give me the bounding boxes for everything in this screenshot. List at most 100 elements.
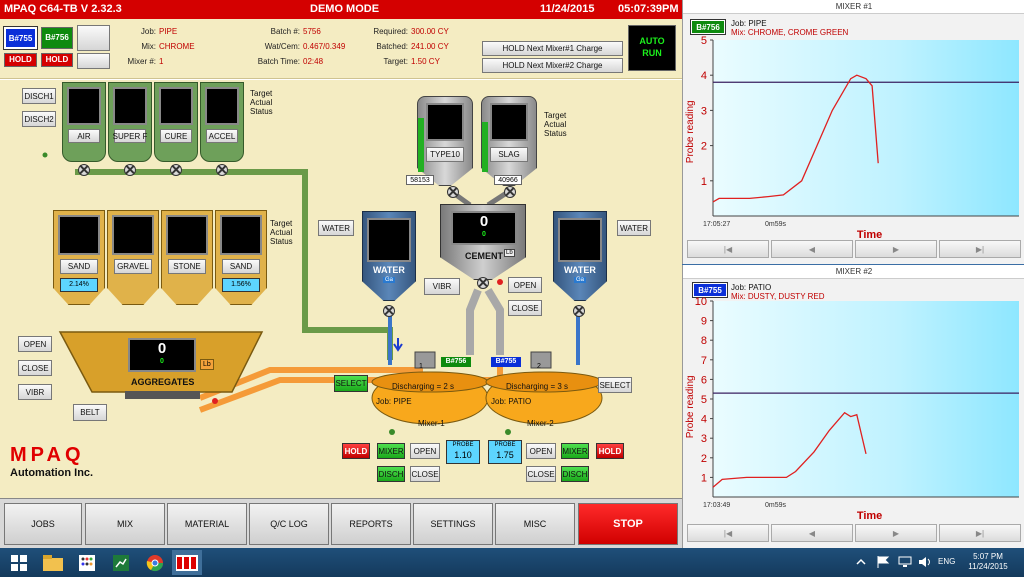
mixer1-select-button[interactable]: SELECT xyxy=(334,375,368,392)
required-label: Required: xyxy=(373,27,408,36)
mixer1-close-button[interactable]: CLOSE xyxy=(410,466,440,482)
mixer1-open-button[interactable]: OPEN xyxy=(410,443,440,459)
cement-discharge-valve[interactable] xyxy=(477,277,489,289)
disch1-button[interactable]: DISCH1 xyxy=(22,88,56,104)
gravel-button[interactable]: GRAVEL xyxy=(114,259,152,274)
windows-start-icon[interactable] xyxy=(4,550,34,575)
batch-badge-755[interactable]: B#755 xyxy=(3,26,38,50)
hold-button-2[interactable]: HOLD xyxy=(41,53,73,67)
nav-material-button[interactable]: MATERIAL xyxy=(167,503,247,545)
spreadsheet-icon[interactable] xyxy=(106,550,136,575)
chart2-last-button[interactable]: ▶| xyxy=(939,524,1021,542)
nav-reports-button[interactable]: REPORTS xyxy=(331,503,411,545)
stop-button[interactable]: STOP xyxy=(578,503,678,545)
agg-open-button[interactable]: OPEN xyxy=(18,336,52,352)
tray-chevron-icon[interactable] xyxy=(856,558,866,566)
hold-next-mixer2-button[interactable]: HOLD Next Mixer#2 Charge xyxy=(482,58,623,73)
chart1-next-button[interactable]: ▶ xyxy=(855,240,937,258)
mixer2-close-button[interactable]: CLOSE xyxy=(526,466,556,482)
admix-valve[interactable] xyxy=(216,164,228,176)
water-button-left[interactable]: WATER xyxy=(318,220,354,236)
company-name: Automation Inc. xyxy=(10,467,94,479)
agg-display xyxy=(112,215,154,255)
auto-run-button[interactable]: AUTO RUN xyxy=(628,25,676,71)
mixer2-batch-tag: B#755 xyxy=(491,357,521,367)
mixer1-discharging: Discharging = 2 s xyxy=(392,382,455,391)
chart2-next-button[interactable]: ▶ xyxy=(855,524,937,542)
accel-button[interactable]: ACCEL xyxy=(206,129,238,143)
slag-button[interactable]: SLAG xyxy=(490,147,528,162)
chart1-first-button[interactable]: |◀ xyxy=(687,240,769,258)
cement-close-button[interactable]: CLOSE xyxy=(508,300,542,316)
aggregates-unit: Lb xyxy=(200,359,214,370)
hold-button-1[interactable]: HOLD xyxy=(4,53,37,67)
chart2-first-button[interactable]: |◀ xyxy=(687,524,769,542)
batch-badge-756[interactable]: B#756 xyxy=(41,27,73,49)
air-button[interactable]: AIR xyxy=(68,129,100,143)
stone-button[interactable]: STONE xyxy=(168,259,206,274)
flag-icon[interactable] xyxy=(876,556,890,568)
agg-vibr-button[interactable]: VIBR xyxy=(18,384,52,400)
mixer2-hold-button[interactable]: HOLD xyxy=(596,443,624,459)
company-logo: MPAQ Automation Inc. xyxy=(10,444,114,488)
blank-button-2[interactable] xyxy=(77,53,110,69)
admix-valve[interactable] xyxy=(78,164,90,176)
mixer-value: 1 xyxy=(159,57,164,66)
type10-button[interactable]: TYPE10 xyxy=(426,147,464,162)
admix-valve[interactable] xyxy=(124,164,136,176)
type10-level-bar xyxy=(418,118,424,172)
cement-open-button[interactable]: OPEN xyxy=(508,277,542,293)
admix-valve[interactable] xyxy=(170,164,182,176)
cement-vibr-button[interactable]: VIBR xyxy=(424,278,460,295)
mixer2-mixer-button[interactable]: MIXER xyxy=(561,443,589,459)
admix-display xyxy=(205,87,239,125)
app-title: MPAQ C64-TB V 2.32.3 xyxy=(4,3,122,15)
nav-qc-log-button[interactable]: Q/C LOG xyxy=(249,503,329,545)
nav-jobs-button[interactable]: JOBS xyxy=(4,503,82,545)
super-button[interactable]: SUPER F xyxy=(113,129,147,143)
type10-valve[interactable] xyxy=(447,186,459,198)
disch2-button[interactable]: DISCH2 xyxy=(22,111,56,127)
water-valve-1[interactable] xyxy=(383,305,395,317)
network-icon[interactable] xyxy=(898,556,912,568)
admix-display xyxy=(159,87,193,125)
chrome-browser-icon[interactable] xyxy=(140,550,170,575)
water-valve-2[interactable] xyxy=(573,305,585,317)
language-indicator[interactable]: ENG xyxy=(938,557,955,566)
nav-settings-button[interactable]: SETTINGS xyxy=(413,503,493,545)
title-bar: MPAQ C64-TB V 2.32.3 DEMO MODE 11/24/201… xyxy=(0,0,682,19)
water-button-right[interactable]: WATER xyxy=(617,220,651,236)
agg-close-button[interactable]: CLOSE xyxy=(18,360,52,376)
chart1-prev-button[interactable]: ◀ xyxy=(771,240,853,258)
admix-tank-accel: ACCEL xyxy=(200,82,244,162)
sand2-button[interactable]: SAND xyxy=(222,259,260,274)
sand1-button[interactable]: SAND xyxy=(60,259,98,274)
water-label: WATER xyxy=(564,265,596,275)
volume-icon[interactable] xyxy=(918,556,932,568)
mixer1-mixer-button[interactable]: MIXER xyxy=(377,443,405,459)
nav-misc-button[interactable]: MISC xyxy=(495,503,575,545)
cure-button[interactable]: CURE xyxy=(160,129,192,143)
water-display xyxy=(367,218,411,262)
belt-button[interactable]: BELT xyxy=(73,404,107,421)
app-grid-icon[interactable] xyxy=(72,550,102,575)
slag-valve[interactable] xyxy=(504,186,516,198)
system-clock[interactable]: 5:07 PM 11/24/2015 xyxy=(960,552,1016,572)
mixer2-open-button[interactable]: OPEN xyxy=(526,443,556,459)
file-explorer-icon[interactable] xyxy=(38,550,68,575)
mpaq-app-icon[interactable] xyxy=(172,550,202,575)
probe-label: PROBE xyxy=(494,442,516,448)
chart2-prev-button[interactable]: ◀ xyxy=(771,524,853,542)
mixer1-disch-button[interactable]: DISCH xyxy=(377,466,405,482)
hold-next-mixer1-button[interactable]: HOLD Next Mixer#1 Charge xyxy=(482,41,623,56)
mixer2-disch-button[interactable]: DISCH xyxy=(561,466,589,482)
cement-label: CEMENT xyxy=(465,251,503,261)
clock-time: 5:07 PM xyxy=(973,552,1003,561)
mixer1-hold-button[interactable]: HOLD xyxy=(342,443,370,459)
mixer2-select-button[interactable]: SELECT xyxy=(598,377,632,393)
y-tick-label: 6 xyxy=(701,374,707,386)
nav-mix-button[interactable]: MIX xyxy=(85,503,165,545)
blank-button[interactable] xyxy=(77,25,110,51)
y-tick-label: 5 xyxy=(701,394,707,406)
chart1-last-button[interactable]: ▶| xyxy=(939,240,1021,258)
